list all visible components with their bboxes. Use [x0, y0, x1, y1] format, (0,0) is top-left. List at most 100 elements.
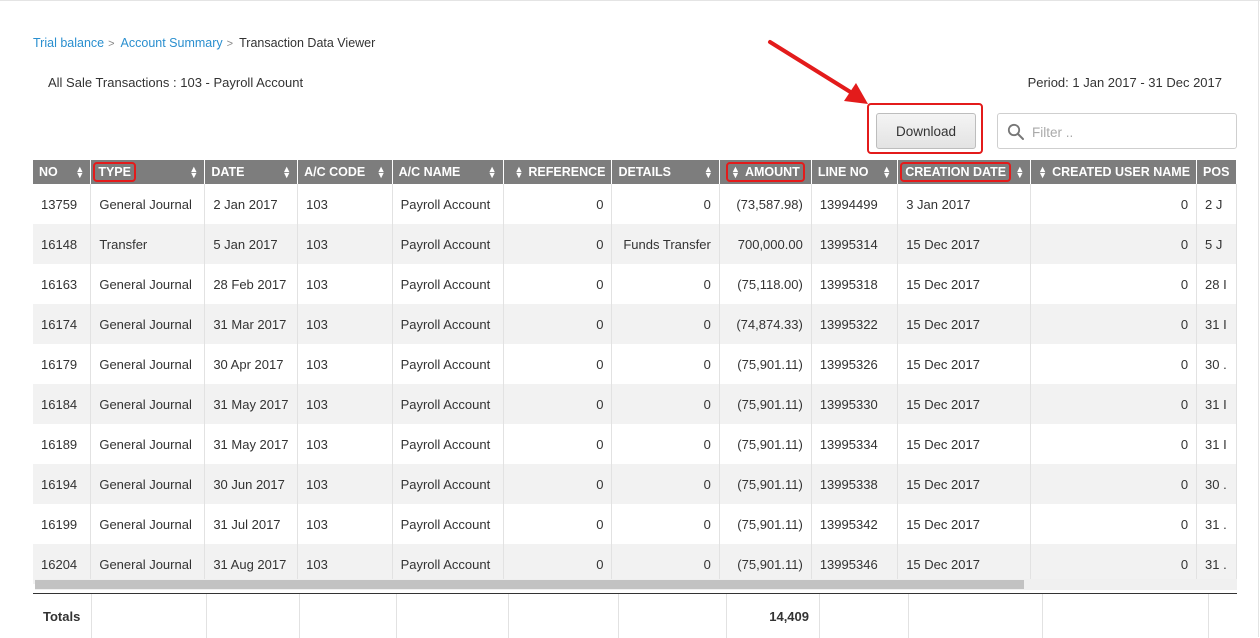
scrollbar-thumb[interactable]: [35, 580, 1024, 589]
cell-line-no: 13995346: [811, 544, 899, 584]
transactions-grid: NO ▲ ▼ TYPE ▲ ▼ DATE ▲ ▼ A/C CODE ▲ ▼ A/C NAME ▲ ▼…: [33, 160, 1237, 637]
cell-line-no: 13995318: [811, 264, 899, 304]
cell-pos: 5 J: [1196, 224, 1237, 264]
sort-icon[interactable]: ▲ ▼: [1015, 165, 1024, 180]
sort-icon[interactable]: ▲ ▼: [1038, 165, 1047, 180]
cell-pos: 31 .: [1196, 504, 1237, 544]
cell-ac-code: 103: [297, 544, 393, 584]
cell-details: 0: [611, 544, 720, 584]
cell-line-no: 13995338: [811, 464, 899, 504]
sort-icon[interactable]: ▲ ▼: [514, 165, 523, 180]
cell-details: 0: [611, 344, 720, 384]
table-row[interactable]: 16148 Transfer 5 Jan 2017 103 Payroll Ac…: [33, 224, 1237, 264]
cell-reference: 0: [503, 544, 613, 584]
column-header-type[interactable]: TYPE ▲ ▼: [90, 160, 206, 184]
sort-icon[interactable]: ▲ ▼: [731, 165, 740, 180]
cell-details: 0: [611, 504, 720, 544]
sort-icon[interactable]: ▲ ▼: [704, 165, 713, 180]
cell-amount: (75,901.11): [719, 384, 812, 424]
totals-label: Totals: [33, 594, 92, 638]
column-header-no[interactable]: NO ▲ ▼: [33, 160, 92, 184]
cell-date: 31 Aug 2017: [204, 544, 299, 584]
column-header-ac-name[interactable]: A/C NAME ▲ ▼: [392, 160, 504, 184]
cell-date: 28 Feb 2017: [204, 264, 299, 304]
cell-ac-name: Payroll Account: [392, 224, 504, 264]
download-highlight: Download: [867, 103, 983, 154]
table-row[interactable]: 16179 General Journal 30 Apr 2017 103 Pa…: [33, 344, 1237, 384]
cell-ac-code: 103: [297, 464, 393, 504]
cell-amount: (75,901.11): [719, 424, 812, 464]
column-header-created-user-name[interactable]: ▲ ▼ CREATED USER NAME: [1030, 160, 1198, 184]
filter-input[interactable]: [1030, 120, 1225, 144]
sort-icon[interactable]: ▲ ▼: [377, 165, 386, 180]
table-row[interactable]: 16199 General Journal 31 Jul 2017 103 Pa…: [33, 504, 1237, 544]
cell-details: 0: [611, 424, 720, 464]
page-title: All Sale Transactions : 103 - Payroll Ac…: [48, 75, 304, 90]
cell-no: 16163: [33, 264, 92, 304]
cell-date: 31 May 2017: [204, 424, 299, 464]
sort-icon[interactable]: ▲ ▼: [189, 165, 198, 180]
cell-creation-date: 15 Dec 2017: [897, 384, 1032, 424]
cell-no: 16199: [33, 504, 92, 544]
cell-created-user-name: 0: [1030, 424, 1198, 464]
cell-amount: (75,901.11): [719, 344, 812, 384]
table-row[interactable]: 16184 General Journal 31 May 2017 103 Pa…: [33, 384, 1237, 424]
column-header-reference[interactable]: ▲ ▼ REFERENCE: [503, 160, 613, 184]
cell-pos: 2 J: [1196, 184, 1237, 224]
cell-line-no: 13995342: [811, 504, 899, 544]
table-row[interactable]: 16189 General Journal 31 May 2017 103 Pa…: [33, 424, 1237, 464]
cell-type: General Journal: [90, 464, 206, 504]
totals-amount: 14,409: [727, 594, 820, 638]
breadcrumb-trial-balance-link[interactable]: Trial balance: [33, 36, 104, 50]
cell-creation-date: 15 Dec 2017: [897, 224, 1032, 264]
cell-ac-name: Payroll Account: [392, 544, 504, 584]
cell-created-user-name: 0: [1030, 344, 1198, 384]
breadcrumb-separator: >: [108, 38, 115, 50]
cell-details: 0: [611, 264, 720, 304]
amount-label: AMOUNT: [744, 165, 800, 179]
breadcrumb-account-summary-link[interactable]: Account Summary: [121, 36, 223, 50]
table-row[interactable]: 16204 General Journal 31 Aug 2017 103 Pa…: [33, 544, 1237, 584]
cell-type: General Journal: [90, 344, 206, 384]
column-header-line-no[interactable]: LINE NO ▲ ▼: [811, 160, 899, 184]
column-header-amount[interactable]: ▲ ▼ AMOUNT: [719, 160, 812, 184]
cell-ac-code: 103: [297, 184, 393, 224]
cell-reference: 0: [503, 424, 613, 464]
column-header-ac-code[interactable]: A/C CODE ▲ ▼: [297, 160, 393, 184]
cell-creation-date: 15 Dec 2017: [897, 504, 1032, 544]
cell-ac-name: Payroll Account: [392, 464, 504, 504]
breadcrumb-separator: >: [226, 38, 234, 50]
totals-empty-cell: [820, 594, 909, 638]
cell-type: Transfer: [90, 224, 206, 264]
cell-date: 31 Mar 2017: [204, 304, 299, 344]
cell-created-user-name: 0: [1030, 264, 1198, 304]
table-row[interactable]: 16163 General Journal 28 Feb 2017 103 Pa…: [33, 264, 1237, 304]
column-header-details[interactable]: DETAILS ▲ ▼: [611, 160, 720, 184]
cell-date: 31 Jul 2017: [204, 504, 299, 544]
cell-created-user-name: 0: [1030, 224, 1198, 264]
column-header-creation-date[interactable]: CREATION DATE ▲ ▼: [897, 160, 1032, 184]
sort-icon[interactable]: ▲ ▼: [75, 165, 84, 180]
sort-icon[interactable]: ▲ ▼: [282, 165, 291, 180]
sort-icon[interactable]: ▲ ▼: [882, 165, 891, 180]
filter-field[interactable]: [997, 113, 1237, 149]
table-row[interactable]: 16194 General Journal 30 Jun 2017 103 Pa…: [33, 464, 1237, 504]
window-top-border: [0, 0, 1260, 1]
cell-created-user-name: 0: [1030, 544, 1198, 584]
totals-empty-cell: [619, 594, 727, 638]
table-row[interactable]: 16174 General Journal 31 Mar 2017 103 Pa…: [33, 304, 1237, 344]
cell-no: 16189: [33, 424, 92, 464]
table-row[interactable]: 13759 General Journal 2 Jan 2017 103 Pay…: [33, 184, 1237, 224]
download-button[interactable]: Download: [876, 113, 976, 149]
horizontal-scrollbar[interactable]: [35, 579, 1237, 590]
cell-date: 2 Jan 2017: [204, 184, 299, 224]
sort-icon[interactable]: ▲ ▼: [488, 165, 497, 180]
column-header-pos[interactable]: POS: [1196, 160, 1237, 184]
cell-details: Funds Transfer: [611, 224, 720, 264]
cell-reference: 0: [503, 224, 613, 264]
cell-amount: (75,901.11): [719, 464, 812, 504]
column-header-date[interactable]: DATE ▲ ▼: [204, 160, 299, 184]
cell-type: General Journal: [90, 504, 206, 544]
table-header-row: NO ▲ ▼ TYPE ▲ ▼ DATE ▲ ▼ A/C CODE ▲ ▼ A/C NAME ▲ ▼…: [33, 160, 1237, 184]
cell-ac-code: 103: [297, 304, 393, 344]
